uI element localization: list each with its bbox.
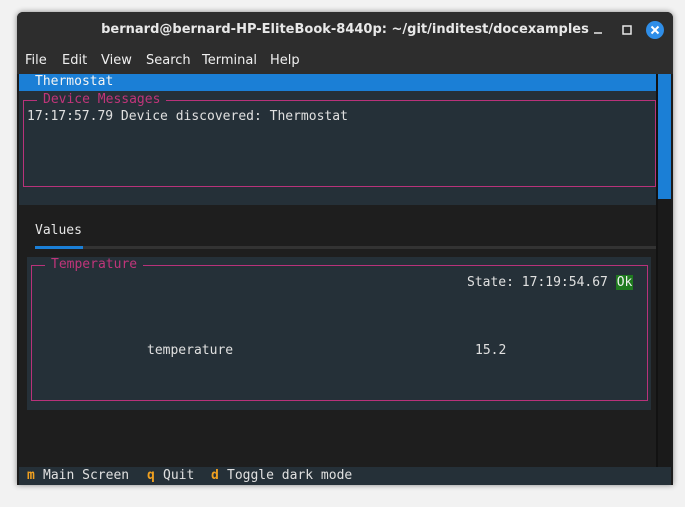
- menu-search[interactable]: Search: [146, 53, 191, 68]
- footer-label-main[interactable]: Main Screen: [43, 468, 129, 483]
- tab-values[interactable]: Values: [35, 223, 82, 238]
- footer-key-q[interactable]: q: [147, 468, 155, 483]
- footer-label-quit[interactable]: Quit: [163, 468, 194, 483]
- device-name: Thermostat: [35, 74, 114, 89]
- footer-key-m[interactable]: m: [27, 468, 35, 483]
- footer-key-d[interactable]: d: [211, 468, 219, 483]
- terminal-window: bernard@bernard-HP-EliteBook-8440p: ~/gi…: [17, 12, 673, 485]
- state-label: State: 17:19:54.67: [467, 275, 608, 290]
- vector-legend: Temperature: [45, 257, 144, 273]
- maximize-icon[interactable]: [617, 20, 637, 40]
- member-value: 15.2: [475, 343, 507, 358]
- message-line: 17:17:57.79 Device discovered: Thermosta…: [27, 109, 348, 124]
- terminal-area[interactable]: Thermostat Device Messages 17:17:57.79 D…: [19, 74, 671, 485]
- footer-label-dark-mode[interactable]: Toggle dark mode: [227, 468, 352, 483]
- title-bar[interactable]: bernard@bernard-HP-EliteBook-8440p: ~/gi…: [17, 12, 673, 48]
- menu-edit[interactable]: Edit: [62, 53, 87, 68]
- menu-help[interactable]: Help: [270, 53, 300, 68]
- menu-bar: File Edit View Search Terminal Help: [17, 48, 673, 74]
- scrollbar[interactable]: [658, 74, 671, 485]
- menu-terminal[interactable]: Terminal: [202, 53, 257, 68]
- messages-legend: Device Messages: [37, 92, 167, 108]
- menu-view[interactable]: View: [101, 53, 132, 68]
- footer-bar: m Main Screen q Quit d Toggle dark mode: [19, 467, 671, 485]
- window-title: bernard@bernard-HP-EliteBook-8440p: ~/gi…: [101, 22, 589, 37]
- tab-underline-track: [35, 246, 656, 249]
- state-badge: Ok: [615, 275, 634, 290]
- device-title-bar[interactable]: Thermostat: [19, 74, 656, 91]
- scrollbar-thumb[interactable]: [658, 74, 671, 199]
- close-icon[interactable]: [645, 20, 665, 40]
- menu-file[interactable]: File: [25, 53, 47, 68]
- vector-state: State: 17:19:54.67 Ok: [467, 275, 634, 290]
- member-label: temperature: [147, 343, 234, 358]
- tab-active-indicator: [35, 246, 83, 249]
- minimize-icon[interactable]: [588, 20, 608, 40]
